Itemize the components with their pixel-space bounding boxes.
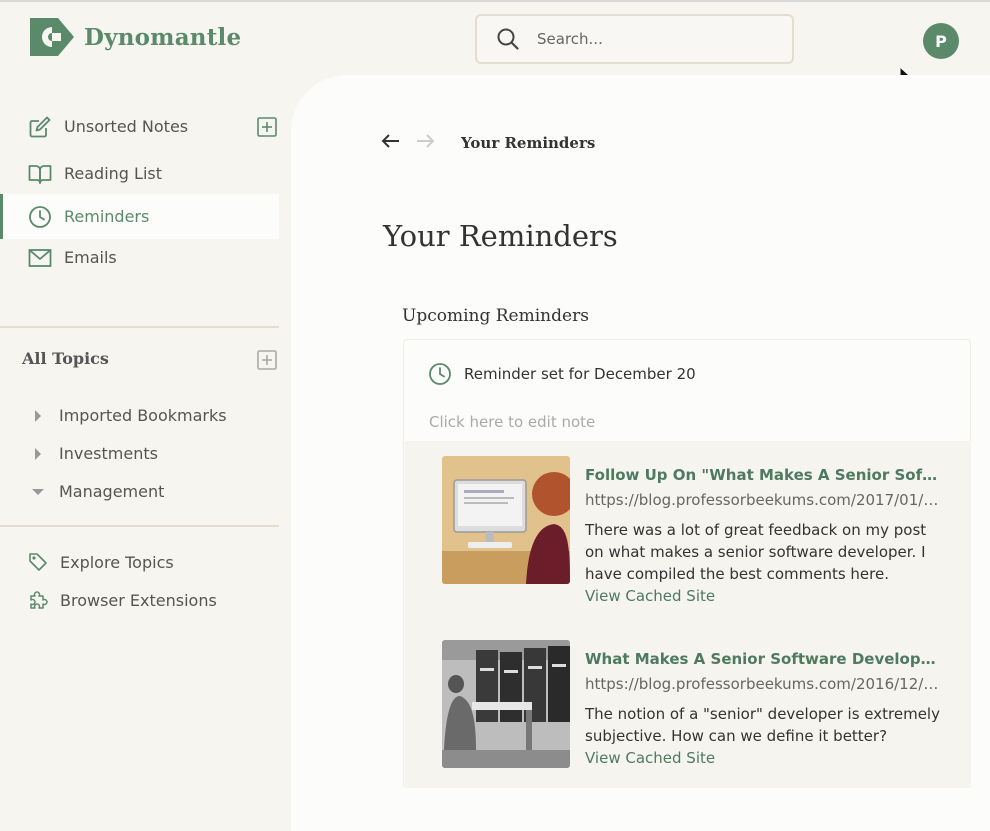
caret-right-icon[interactable] <box>28 447 48 461</box>
reminder-heading: Reminder set for December 20 <box>428 362 696 386</box>
puzzle-icon <box>28 590 48 610</box>
logo[interactable]: Dynomantle <box>28 16 241 58</box>
link-description: There was a lot of great feedback on my … <box>585 521 927 583</box>
list-item: What Makes A Senior Software Developer? … <box>442 640 942 768</box>
reminder-card: Reminder set for December 20 Click here … <box>403 339 971 788</box>
logo-icon <box>30 18 74 56</box>
sidebar-item-reading-list[interactable]: Reading List <box>0 151 279 196</box>
edit-note-field[interactable]: Click here to edit note <box>429 413 595 431</box>
reminder-heading-text: Reminder set for December 20 <box>464 365 696 383</box>
search-input[interactable] <box>537 30 767 48</box>
topic-label: Investments <box>59 444 158 463</box>
caret-right-icon[interactable] <box>28 409 48 423</box>
search-box[interactable] <box>475 14 794 64</box>
link-thumbnail[interactable] <box>442 456 570 584</box>
plus-square-icon <box>257 116 277 137</box>
sidebar-item-reminders[interactable]: Reminders <box>0 194 279 239</box>
clock-icon <box>28 205 52 229</box>
topics-header: All Topics <box>22 349 279 370</box>
explore-topics-link[interactable]: Explore Topics <box>28 552 174 572</box>
add-topic-button[interactable] <box>257 350 277 370</box>
sidebar-item-label: Emails <box>64 248 117 267</box>
util-label: Browser Extensions <box>60 590 217 610</box>
forward-arrow-icon[interactable] <box>415 133 435 153</box>
link-url[interactable]: https://blog.professorbeekums.com/2016/1… <box>585 675 940 693</box>
topic-imported-bookmarks[interactable]: Imported Bookmarks <box>28 406 227 425</box>
mail-icon <box>28 246 52 270</box>
breadcrumb-title: Your Reminders <box>461 134 596 152</box>
link-description: The notion of a "senior" developer is ex… <box>585 705 940 745</box>
link-thumbnail[interactable] <box>442 640 570 768</box>
link-title[interactable]: Follow Up On "What Makes A Senior Softwa… <box>585 466 940 484</box>
link-url[interactable]: https://blog.professorbeekums.com/2017/0… <box>585 491 940 509</box>
add-note-button[interactable] <box>257 116 277 137</box>
topic-label: Management <box>59 482 165 501</box>
topics-header-label: All Topics <box>22 349 109 368</box>
search-icon <box>497 28 519 50</box>
view-cached-site-link[interactable]: View Cached Site <box>585 587 715 605</box>
browser-extensions-link[interactable]: Browser Extensions <box>28 590 217 610</box>
sidebar-item-label: Reminders <box>64 207 150 226</box>
link-title[interactable]: What Makes A Senior Software Developer? <box>585 650 940 668</box>
sidebar-divider <box>0 326 279 328</box>
section-title: Upcoming Reminders <box>402 306 589 326</box>
sidebar-item-label: Unsorted Notes <box>64 117 189 136</box>
sidebar-item-emails[interactable]: Emails <box>0 235 279 280</box>
user-avatar[interactable]: P <box>923 23 959 59</box>
caret-down-icon[interactable] <box>28 488 48 496</box>
reminder-links: Follow Up On "What Makes A Senior Softwa… <box>405 441 971 788</box>
page-title: Your Reminders <box>383 219 618 253</box>
sidebar-item-label: Reading List <box>64 164 162 183</box>
top-bar: Dynomantle P <box>0 0 990 87</box>
book-icon <box>28 162 52 186</box>
list-item: Follow Up On "What Makes A Senior Softwa… <box>442 456 942 605</box>
app-name: Dynomantle <box>84 23 242 51</box>
back-arrow-icon[interactable] <box>381 133 401 153</box>
plus-square-icon <box>257 350 277 370</box>
clock-icon <box>428 362 452 386</box>
topic-investments[interactable]: Investments <box>28 444 158 463</box>
breadcrumb: Your Reminders <box>381 133 595 153</box>
util-label: Explore Topics <box>60 552 174 572</box>
topic-label: Imported Bookmarks <box>59 406 227 425</box>
view-cached-site-link[interactable]: View Cached Site <box>585 749 715 767</box>
main-content: Your Reminders Your Reminders Upcoming R… <box>291 75 990 831</box>
topic-management[interactable]: Management <box>28 482 164 501</box>
tag-icon <box>28 552 48 572</box>
edit-icon <box>28 115 52 139</box>
sidebar-item-unsorted-notes[interactable]: Unsorted Notes <box>0 104 279 149</box>
sidebar-divider <box>0 525 279 527</box>
